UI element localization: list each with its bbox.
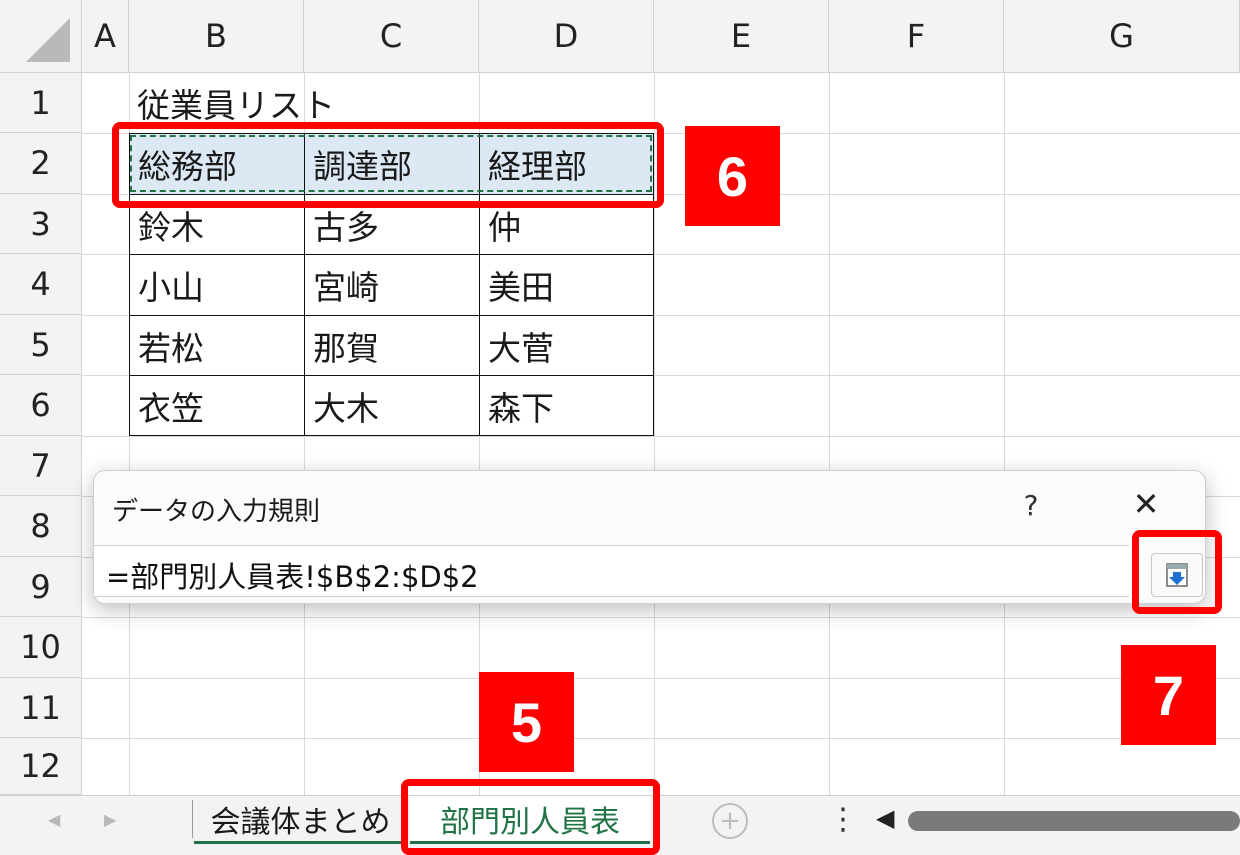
formula-input[interactable]: =部門別人員表!$B$2:$D$2 bbox=[94, 545, 1129, 597]
row-header-10[interactable]: 10 bbox=[0, 617, 82, 678]
select-all-corner[interactable] bbox=[0, 0, 82, 73]
scrollbar-thumb[interactable] bbox=[908, 811, 1240, 831]
row-header-2[interactable]: 2 bbox=[0, 133, 82, 194]
row-header-6[interactable]: 6 bbox=[0, 375, 82, 436]
gridline bbox=[82, 738, 1240, 739]
gridline bbox=[829, 73, 830, 795]
column-header-a[interactable]: A bbox=[82, 0, 129, 73]
annotation-box-6 bbox=[112, 122, 664, 208]
gridline bbox=[82, 436, 1240, 437]
sheet-tab-meetings[interactable]: 会議体まとめ bbox=[194, 796, 407, 844]
scroll-left-icon[interactable]: ◀ bbox=[876, 804, 894, 832]
row-header-9[interactable]: 9 bbox=[0, 557, 82, 617]
row-header-5[interactable]: 5 bbox=[0, 315, 82, 375]
cell-d4[interactable]: 美田 bbox=[479, 254, 654, 316]
close-button[interactable]: ✕ bbox=[1124, 485, 1168, 525]
row-header-11[interactable]: 11 bbox=[0, 678, 82, 738]
cell-d6[interactable]: 森下 bbox=[479, 375, 654, 436]
tab-scroll-prev-button[interactable]: ◀ bbox=[48, 810, 60, 829]
gridline bbox=[82, 678, 1240, 679]
cell-b4[interactable]: 小山 bbox=[129, 254, 305, 316]
annotation-box-7 bbox=[1132, 530, 1222, 614]
row-header-4[interactable]: 4 bbox=[0, 254, 82, 315]
plus-icon: + bbox=[719, 806, 741, 836]
spreadsheet-grid[interactable]: A B C D E F G 1 2 3 4 5 6 7 8 9 10 11 12… bbox=[0, 0, 1240, 795]
dialog-title: データの入力規則 bbox=[112, 497, 321, 527]
data-validation-dialog: データの入力規則 ? ✕ =部門別人員表!$B$2:$D$2 bbox=[93, 470, 1206, 604]
column-header-b[interactable]: B bbox=[129, 0, 304, 73]
column-header-d[interactable]: D bbox=[479, 0, 654, 73]
row-header-3[interactable]: 3 bbox=[0, 194, 82, 254]
cell-c4[interactable]: 宮崎 bbox=[304, 254, 480, 316]
annotation-label-6: 6 bbox=[685, 126, 780, 226]
column-header-c[interactable]: C bbox=[304, 0, 479, 73]
gridline bbox=[82, 617, 1240, 618]
cell-b6[interactable]: 衣笠 bbox=[129, 375, 305, 436]
tab-scroll-next-button[interactable]: ▶ bbox=[104, 810, 116, 829]
annotation-box-5 bbox=[401, 779, 660, 855]
row-header-12[interactable]: 12 bbox=[0, 738, 82, 795]
gridline bbox=[1004, 73, 1005, 795]
add-sheet-button[interactable]: + bbox=[712, 803, 748, 839]
horizontal-scrollbar[interactable]: ◀ bbox=[866, 802, 1240, 838]
tab-separator bbox=[192, 800, 193, 838]
more-tabs-button[interactable]: ⋮ bbox=[828, 802, 858, 837]
row-header-8[interactable]: 8 bbox=[0, 496, 82, 557]
cell-d5[interactable]: 大菅 bbox=[479, 315, 654, 376]
formula-text: =部門別人員表!$B$2:$D$2 bbox=[106, 560, 479, 594]
annotation-label-7: 7 bbox=[1121, 645, 1216, 745]
row-header-7[interactable]: 7 bbox=[0, 436, 82, 496]
column-header-f[interactable]: F bbox=[829, 0, 1004, 73]
annotation-label-5: 5 bbox=[479, 672, 574, 772]
cell-b5[interactable]: 若松 bbox=[129, 315, 305, 376]
cell-c5[interactable]: 那賀 bbox=[304, 315, 480, 376]
help-button[interactable]: ? bbox=[1014, 489, 1048, 525]
column-header-g[interactable]: G bbox=[1004, 0, 1240, 73]
cell-c6[interactable]: 大木 bbox=[304, 375, 480, 436]
column-header-e[interactable]: E bbox=[654, 0, 829, 73]
row-header-1[interactable]: 1 bbox=[0, 73, 82, 133]
select-all-triangle-icon bbox=[26, 17, 70, 62]
